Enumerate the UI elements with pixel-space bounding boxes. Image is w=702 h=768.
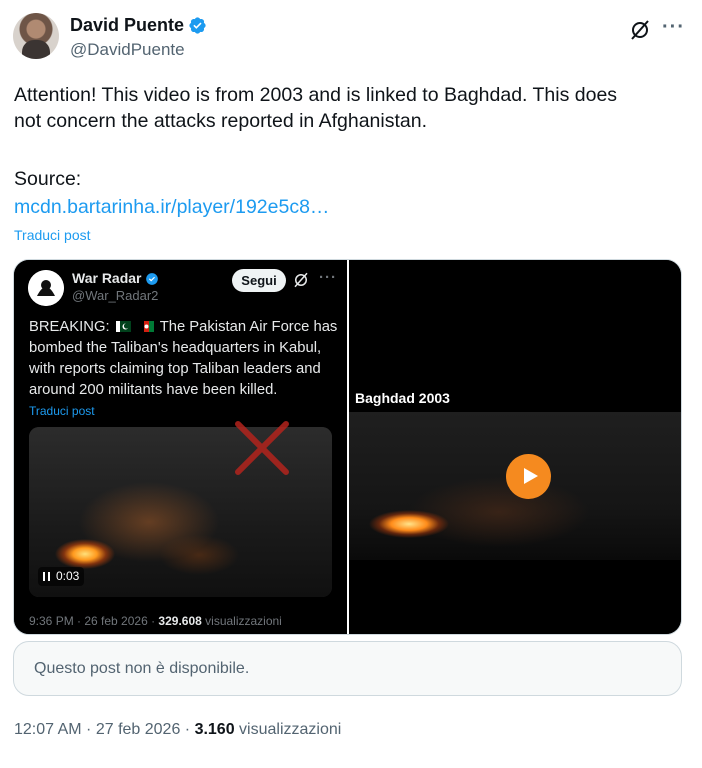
war-radar-logo-icon: [28, 270, 64, 306]
more-options-icon: ···: [319, 269, 337, 286]
tweet-views-count: 3.160: [194, 721, 235, 738]
follow-button: Segui: [232, 269, 286, 292]
grok-icon: [294, 272, 308, 288]
more-options-icon[interactable]: ···: [662, 16, 685, 38]
tweet-views-label: visualizzazioni: [234, 721, 342, 738]
embedded-translate-link: Traduci post: [29, 404, 95, 418]
translate-post-link[interactable]: Traduci post: [14, 226, 91, 244]
author-avatar[interactable]: [13, 13, 59, 59]
war-radar-avatar: [28, 270, 64, 306]
embedded-meta-views: 329.608: [158, 614, 202, 628]
tweet-meta: 12:07 AM · 27 feb 2026 · 3.160 visualizz…: [14, 720, 341, 740]
war-radar-text: BREAKING: The Pakistan Air Force has bom…: [29, 317, 341, 401]
verified-badge-icon: [145, 272, 158, 285]
embedded-meta-views-label: visualizzazioni: [201, 614, 282, 628]
red-x-mark-icon: [235, 421, 289, 475]
author-name[interactable]: David Puente: [70, 14, 207, 36]
embedded-meta: 9:36 PM · 26 feb 2026 · 329.608 visualiz…: [29, 614, 282, 628]
tweet-text: Attention! This video is from 2003 and i…: [14, 82, 684, 134]
play-button-icon[interactable]: [506, 454, 551, 499]
grok-icon[interactable]: [628, 18, 652, 42]
afghanistan-flag-icon: [138, 321, 154, 332]
war-radar-handle: @War_Radar2: [72, 288, 159, 303]
author-name-text[interactable]: David Puente: [70, 14, 184, 36]
tweet-text-line-2: not concern the attacks reported in Afgh…: [14, 110, 428, 132]
tweet-timestamp[interactable]: 12:07 AM · 27 feb 2026 ·: [14, 721, 195, 738]
embedded-screenshot-left[interactable]: War Radar @War_Radar2 Segui ··· BREAKING…: [14, 260, 347, 634]
embedded-meta-time: 9:36 PM · 26 feb 2026 ·: [29, 614, 159, 628]
author-handle[interactable]: @DavidPuente: [70, 39, 185, 61]
video-time-badge: 0:03: [38, 567, 85, 586]
verified-badge-icon: [189, 16, 206, 34]
pause-icon: [43, 572, 50, 581]
breaking-label: BREAKING:: [29, 319, 110, 335]
video-time: 0:03: [56, 569, 80, 583]
pakistan-flag-icon: [115, 321, 131, 332]
video-caption: Baghdad 2003: [355, 390, 450, 406]
unavailable-post-notice: Questo post non è disponibile.: [13, 641, 682, 696]
video-player-right[interactable]: Baghdad 2003: [349, 260, 681, 634]
war-radar-name-text: War Radar: [72, 270, 142, 286]
tweet-source-label: Source:: [14, 168, 82, 190]
media-grid[interactable]: War Radar @War_Radar2 Segui ··· BREAKING…: [13, 259, 682, 635]
tweet-source-link[interactable]: mcdn.bartarinha.ir/player/192e5c8…: [14, 194, 329, 220]
tweet-text-line-1: Attention! This video is from 2003 and i…: [14, 84, 618, 106]
war-radar-name: War Radar: [72, 270, 159, 287]
